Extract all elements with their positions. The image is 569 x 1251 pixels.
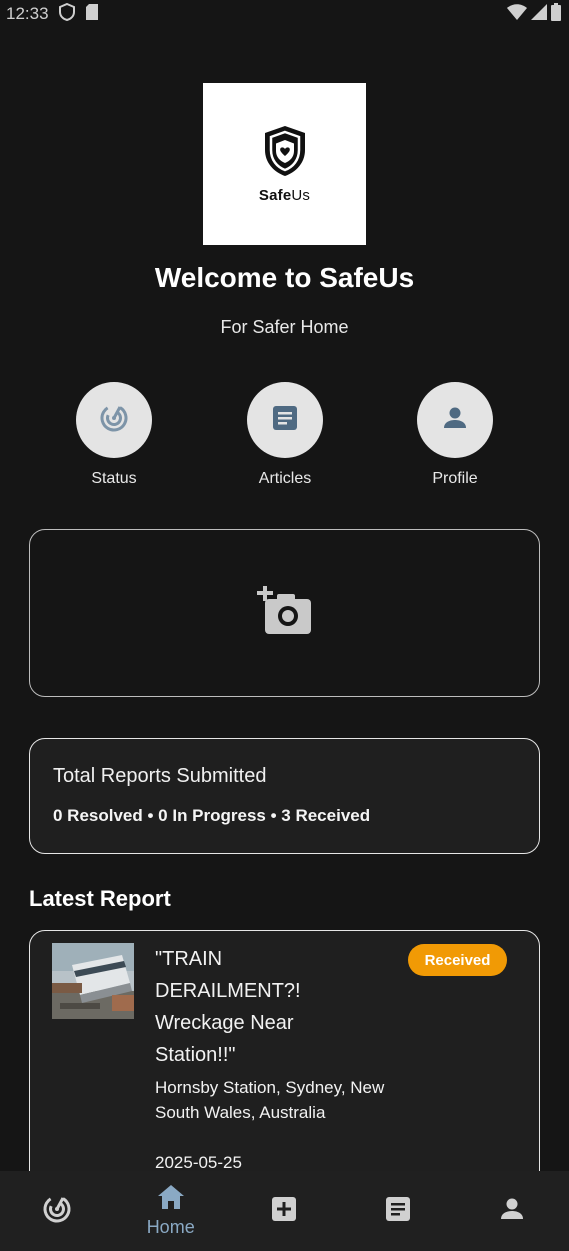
status-button[interactable] (76, 382, 152, 458)
radar-icon (42, 1194, 72, 1229)
report-date: 2025-05-25 (155, 1153, 242, 1172)
quick-action-label: Profile (432, 470, 478, 487)
article-icon (385, 1196, 411, 1227)
quick-action-label: Articles (258, 470, 312, 487)
add-photo-card[interactable] (29, 529, 540, 697)
add-photo-icon[interactable] (256, 585, 313, 641)
nav-home-label: Home (146, 1217, 195, 1237)
profile-button[interactable] (417, 382, 493, 458)
article-icon (272, 405, 298, 436)
nav-articles[interactable] (341, 1171, 455, 1251)
sim-card-icon (85, 3, 99, 26)
nav-profile[interactable] (455, 1171, 569, 1251)
logo-wordmark: SafeUs (258, 187, 311, 204)
reports-summary-card[interactable]: Total Reports Submitted 0 Resolved • 0 I… (29, 738, 540, 854)
articles-button[interactable] (247, 382, 323, 458)
report-title: "TRAIN DERAILMENT?! Wreckage Near Statio… (155, 948, 301, 1066)
report-thumbnail (52, 943, 134, 1019)
welcome-subtitle: For Safer Home (220, 317, 349, 337)
add-box-icon (271, 1196, 297, 1227)
clock: 12:33 (6, 4, 49, 23)
radar-icon (99, 403, 129, 438)
home-icon (157, 1184, 185, 1215)
quick-action-profile[interactable]: Profile (395, 382, 515, 488)
bottom-navigation: Home (0, 1171, 569, 1251)
shield-logo-icon (262, 124, 308, 183)
person-icon (442, 405, 468, 436)
person-icon (499, 1196, 525, 1227)
nav-add-report[interactable] (228, 1171, 342, 1251)
quick-action-label: Status (91, 470, 137, 487)
quick-action-articles[interactable]: Articles (225, 382, 345, 488)
vpn-shield-icon (58, 2, 75, 26)
summary-title: Total Reports Submitted (53, 765, 267, 787)
status-bar: 12:33 (0, 0, 569, 28)
signal-icon (531, 3, 547, 25)
battery-icon (551, 2, 561, 26)
welcome-title: Welcome to SafeUs (154, 262, 415, 293)
summary-stats: 0 Resolved • 0 In Progress • 3 Received (53, 806, 371, 825)
app-logo: SafeUs (203, 83, 366, 245)
latest-report-heading: Latest Report (29, 886, 171, 911)
nav-home[interactable]: Home (114, 1171, 228, 1251)
report-location: Hornsby Station, Sydney, New South Wales… (155, 1078, 385, 1122)
quick-action-status[interactable]: Status (54, 382, 174, 488)
nav-status[interactable] (0, 1171, 114, 1251)
status-badge: Received (408, 944, 507, 976)
wifi-icon (507, 3, 527, 25)
